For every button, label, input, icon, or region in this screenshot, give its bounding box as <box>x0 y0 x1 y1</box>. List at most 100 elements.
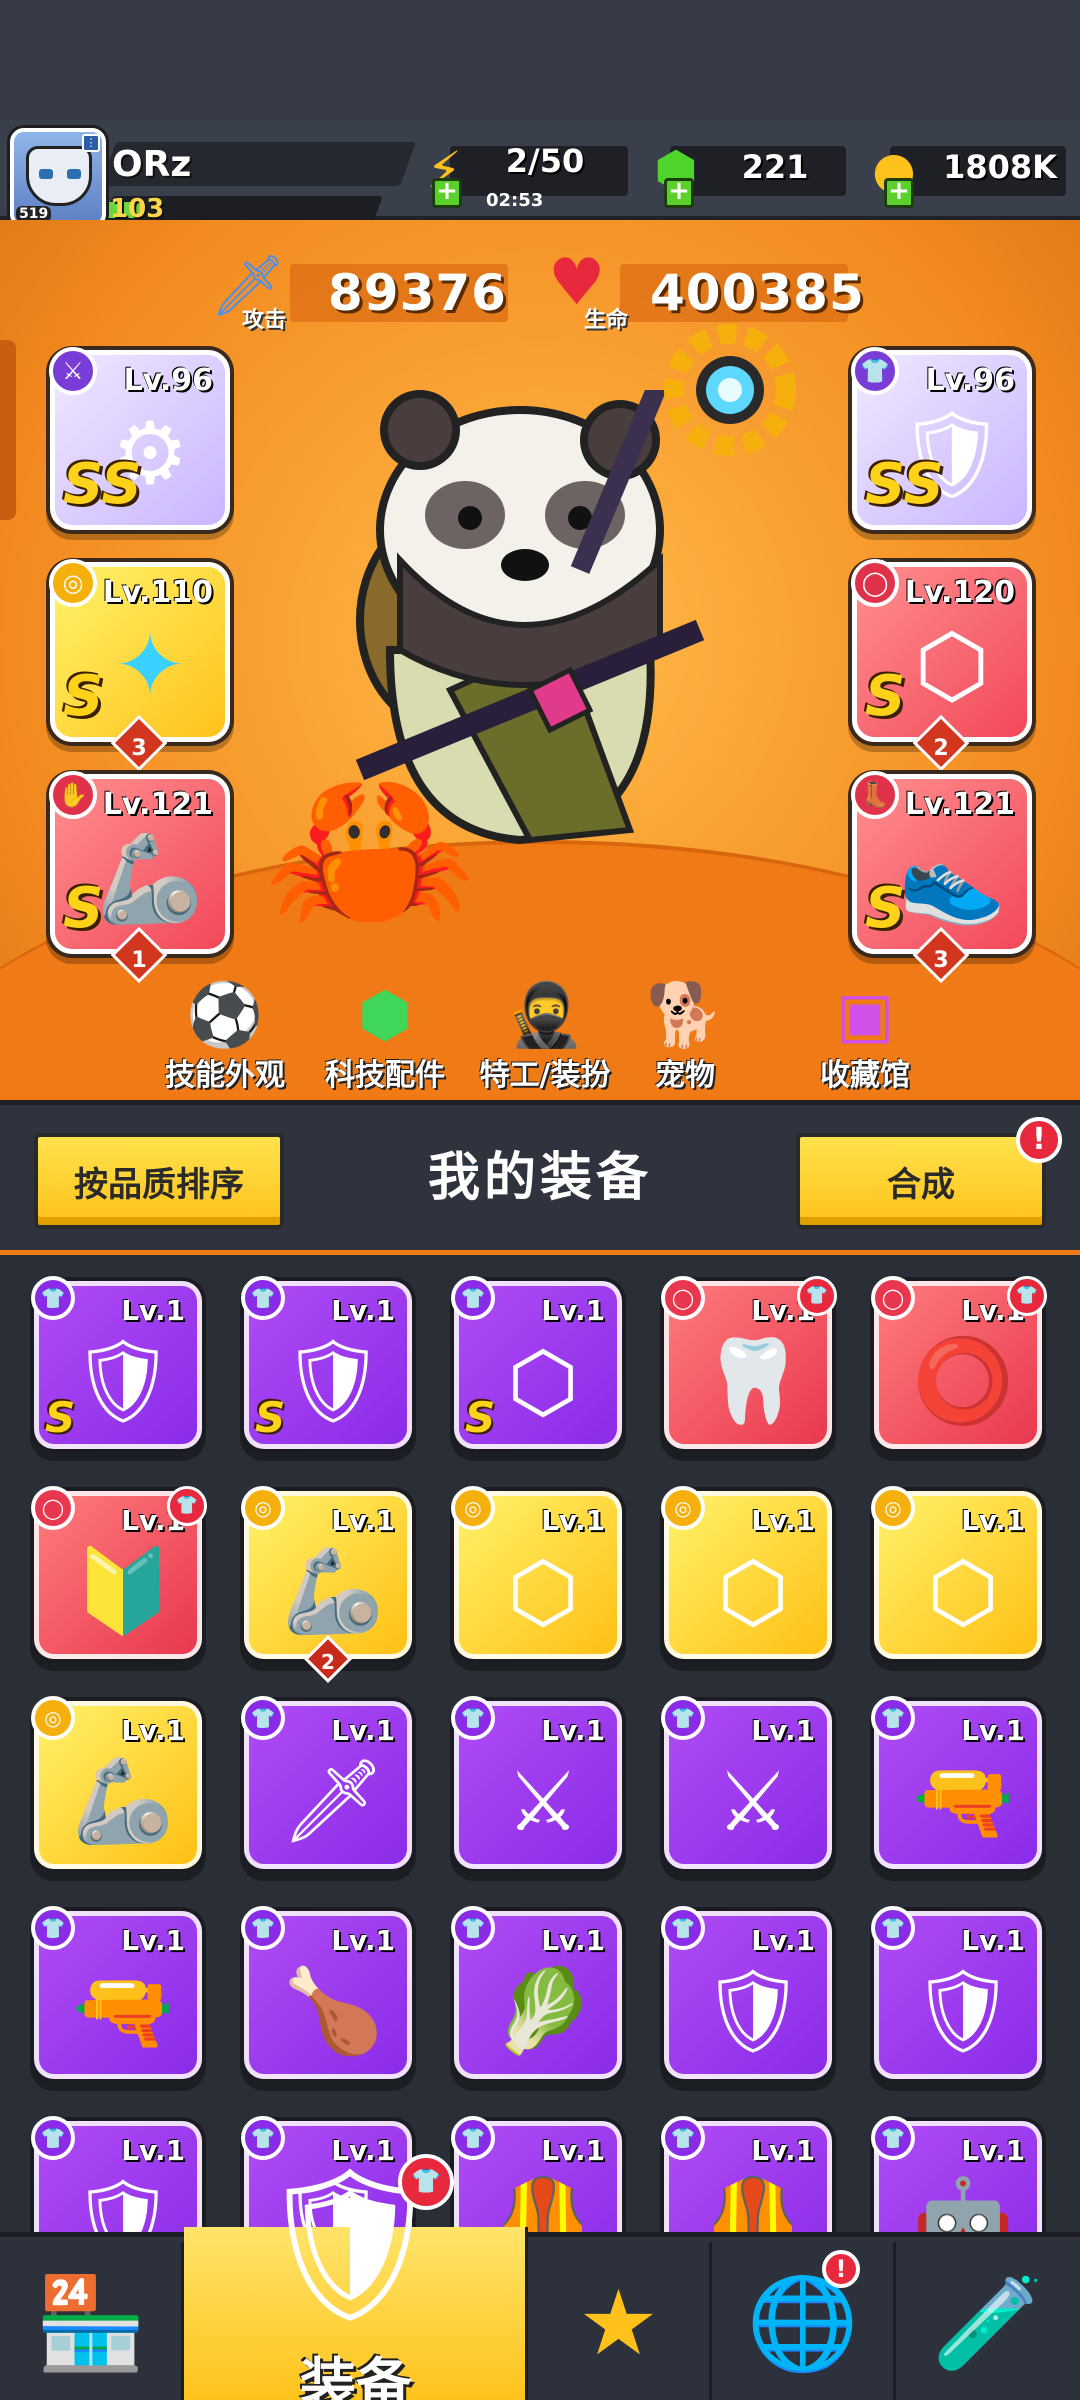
item-new-tag: 👕 <box>167 1486 207 1526</box>
inventory-item[interactable]: ◯ Lv.1 ⭕ 👕 <box>871 1276 1047 1449</box>
inventory-item[interactable]: ◎ Lv.1 ⬡ <box>661 1486 832 1659</box>
item-category-icon: ◯ <box>31 1486 75 1530</box>
player-avatar[interactable]: ⋮ 519 <box>10 128 106 228</box>
inventory-item[interactable]: ◯ Lv.1 🦷 👕 <box>661 1276 837 1449</box>
inventory-item[interactable]: ◎ Lv.1 🦾 2 <box>241 1486 412 1684</box>
feature-label: 技能外观 <box>165 1058 285 1093</box>
feature-skill-skin[interactable]: ⚽ 技能外观 <box>150 980 300 1100</box>
top-bar: ⋮ 519 ORz 103 ⚡ + 2/50 02:53 ⬢ + 221 ● +… <box>0 120 1080 228</box>
weapon-category-icon: ⚔ <box>49 347 97 395</box>
inventory-item[interactable]: 👕 Lv.1 🛡 <box>661 1906 832 2079</box>
item-category-icon: 👕 <box>451 1696 495 1740</box>
gloves-category-icon: ✋ <box>49 771 97 819</box>
equip-slot-necklace[interactable]: ◎ Lv.110 ✦ S 3 <box>49 559 230 772</box>
feature-agent-costume[interactable]: 🥷 特工/装扮 <box>460 980 630 1100</box>
belt-icon: ⬡ <box>914 616 990 716</box>
nav-tab-shop[interactable]: 🏪 <box>0 2242 184 2400</box>
inventory-item[interactable]: 👕 Lv.1 ⚔ <box>451 1696 622 1869</box>
gene-capsule-icon: 🧪 <box>931 2271 1045 2376</box>
item-category-icon: 👕 <box>241 1696 285 1740</box>
energy-plus-icon[interactable]: + <box>432 178 462 208</box>
boots-icon: 👟 <box>898 828 1006 929</box>
crab-pet-sprite[interactable]: 🦀 <box>240 760 500 940</box>
equipment-tab-badge: 👕 <box>398 2154 454 2210</box>
inventory-item[interactable]: ◎ Lv.1 ⬡ <box>451 1486 622 1659</box>
equip-slot-belt[interactable]: ◯ Lv.120 ⬡ S 2 <box>851 559 1032 772</box>
wolf-avatar-icon <box>26 146 92 206</box>
inventory-item[interactable]: 👕 Lv.1 🔫 <box>871 1696 1042 1869</box>
feature-collection[interactable]: ▣ 收藏馆 <box>790 980 940 1100</box>
item-category-icon: 👕 <box>451 1906 495 1950</box>
inventory-item[interactable]: 👕 Lv.1 🔫 <box>31 1906 202 2079</box>
inventory-item[interactable]: ◎ Lv.1 🦾 <box>31 1696 202 1869</box>
item-category-icon: 👕 <box>31 1906 75 1950</box>
equip-slot-boots[interactable]: 👢 Lv.121 👟 S 3 <box>851 771 1032 984</box>
equip-slot-weapon[interactable]: ⚔ Lv.96 ⚙ SS <box>49 347 230 530</box>
badge-necklace-icon: 🔰 <box>71 1544 175 1639</box>
item-category-icon: ◎ <box>451 1486 495 1530</box>
equip-slot-armor[interactable]: 👕 Lv.96 🛡 SS <box>851 347 1032 530</box>
inventory-item[interactable]: 👕 Lv.1 ⬡ S <box>451 1276 622 1449</box>
star-count: 2 <box>321 1650 335 1674</box>
item-category-icon: 👕 <box>871 1696 915 1740</box>
inventory-item[interactable]: 👕 Lv.1 🗡 <box>241 1696 412 1869</box>
nav-tab-battle[interactable]: ★ <box>528 2242 712 2400</box>
item-rank: S <box>45 1393 76 1442</box>
agent-costume-icon: 🥷 <box>506 978 584 1051</box>
coin-plus-icon[interactable]: + <box>884 178 914 208</box>
item-category-icon: 👕 <box>661 1906 705 1950</box>
item-category-icon: 👕 <box>31 2116 75 2160</box>
shotgun-icon: 🔫 <box>71 1964 175 2059</box>
item-category-icon: ◯ <box>661 1276 705 1320</box>
drumstick-icon: 🍗 <box>281 1964 385 2059</box>
shop-icon: 🏪 <box>34 2271 147 2376</box>
item-category-icon: 👕 <box>451 2116 495 2160</box>
item-category-icon: ◎ <box>871 1486 915 1530</box>
belt-icon: ⬡ <box>507 1544 579 1640</box>
inventory-item[interactable]: ◯ Lv.1 🔰 👕 <box>31 1486 207 1659</box>
inventory-item[interactable]: 👕 Lv.1 🛡 S <box>241 1276 412 1449</box>
equip-slot-gloves[interactable]: ✋ Lv.121 🦾 S 1 <box>49 771 230 984</box>
star-count: 3 <box>131 736 147 761</box>
battle-star-icon: ★ <box>578 2271 659 2376</box>
collection-chest-icon: ▣ <box>835 978 895 1051</box>
inventory-item[interactable]: 👕 Lv.1 🛡 <box>871 1906 1042 2079</box>
inventory-item[interactable]: 👕 Lv.1 🛡 S <box>31 1276 202 1449</box>
merge-button[interactable]: 合成 <box>796 1133 1046 1229</box>
planet-alert-badge: ! <box>822 2250 860 2288</box>
item-category-icon: 👕 <box>871 1906 915 1950</box>
feature-tech-part[interactable]: ⬢ 科技配件 <box>310 980 460 1100</box>
slot-level: Lv.96 <box>123 363 213 398</box>
inventory-item[interactable]: 👕 Lv.1 🥬 <box>451 1906 622 2079</box>
item-category-icon: 👕 <box>871 2116 915 2160</box>
katana-icon: ⚔ <box>506 1754 580 1850</box>
feature-label: 宠物 <box>655 1058 715 1093</box>
inventory-item[interactable]: 👕 Lv.1 ⚔ <box>661 1696 832 1869</box>
belt-category-icon: ◯ <box>851 559 899 607</box>
gem-value: 221 <box>741 148 809 186</box>
nav-tab-planet[interactable]: 🌐 <box>712 2242 896 2400</box>
necklace-icon: ✦ <box>113 616 187 716</box>
sort-by-quality-button[interactable]: 按品质排序 <box>34 1133 284 1229</box>
armor-category-icon: 👕 <box>851 347 899 395</box>
inventory-item[interactable]: ◎ Lv.1 ⬡ <box>871 1486 1042 1659</box>
bottom-nav: 🏪 ★ 🌐 🧪 <box>0 2227 1080 2400</box>
belt-icon: ⬡ <box>717 1544 789 1640</box>
item-category-icon: 👕 <box>661 2116 705 2160</box>
fang-necklace-icon: 🦷 <box>701 1334 805 1429</box>
gear-panel-header: 按品质排序 我的装备 合成 ! <box>0 1100 1080 1250</box>
star-count: 1 <box>131 948 147 973</box>
slot-rank: S <box>865 876 906 941</box>
side-drawer-tab[interactable] <box>0 340 16 520</box>
item-category-icon: 👕 <box>31 1276 75 1320</box>
feature-nav: ⚽ 技能外观 ⬢ 科技配件 🥷 特工/装扮 🐕 宠物 ▣ 收藏馆 <box>150 980 940 1100</box>
feature-pet[interactable]: 🐕 宠物 <box>620 980 750 1100</box>
slot-level: Lv.121 <box>102 787 213 822</box>
gem-plus-icon[interactable]: + <box>664 178 694 208</box>
slot-rank: SS <box>865 452 944 517</box>
inventory-item[interactable]: 👕 Lv.1 🍗 <box>241 1906 412 2079</box>
nav-tab-gene[interactable]: 🧪 <box>896 2242 1080 2400</box>
hero-showcase: 🗡 攻击 89376 ♥ 生命 400385 🦀 ⚔ Lv.96 ⚙ SS 👕 … <box>0 220 1080 1440</box>
necklace-category-icon: ◎ <box>49 559 97 607</box>
feature-label: 科技配件 <box>325 1058 445 1093</box>
